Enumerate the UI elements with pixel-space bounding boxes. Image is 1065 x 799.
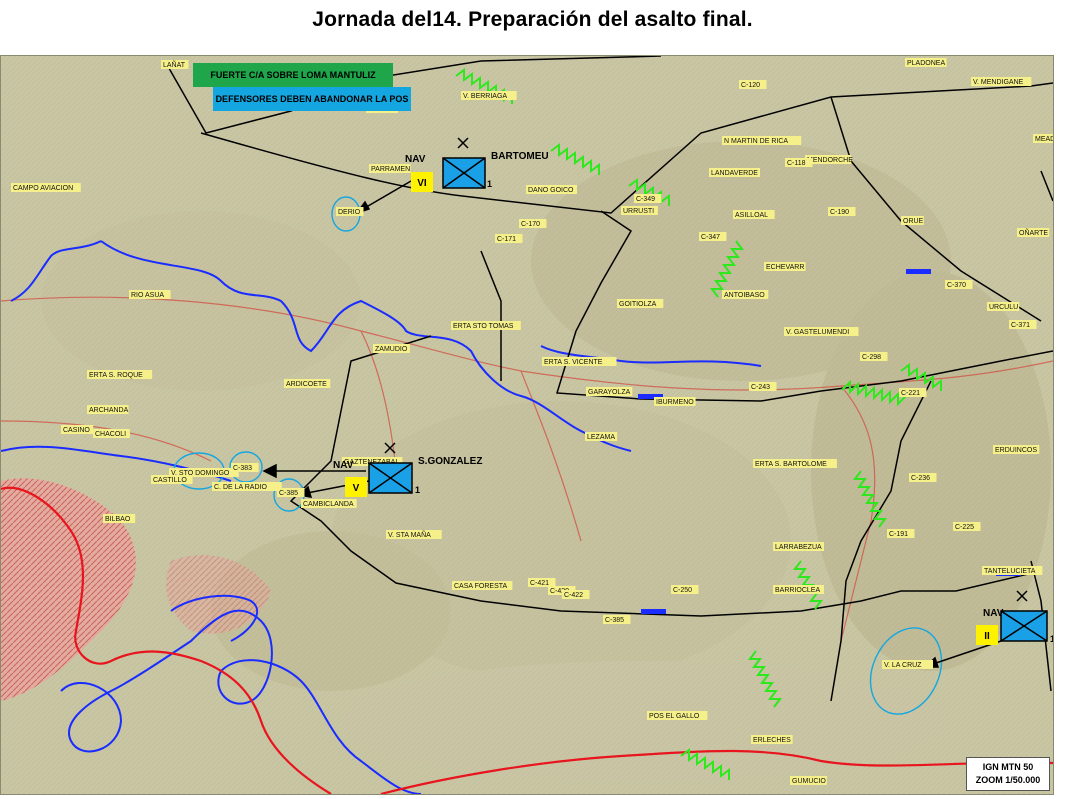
unit-number-label: 1 bbox=[1050, 634, 1053, 644]
place-label: GUMUCIO bbox=[792, 778, 826, 785]
place-label: C-422 bbox=[564, 592, 583, 599]
place-label: C-298 bbox=[862, 354, 881, 361]
place-label: C-225 bbox=[955, 524, 974, 531]
place-label: CAMBICLANDA bbox=[303, 501, 354, 508]
place-label: ASILLOAL bbox=[735, 212, 768, 219]
place-label: C-385 bbox=[279, 490, 298, 497]
place-label: V. MENDIGANE bbox=[973, 79, 1024, 86]
place-label: C-385 bbox=[605, 617, 624, 624]
unit-name-label: S.GONZALEZ bbox=[418, 456, 482, 467]
place-label: PLADONEA bbox=[907, 60, 945, 67]
place-label: C-190 bbox=[830, 209, 849, 216]
terrain-shading bbox=[1, 56, 1053, 794]
place-label: CASINO bbox=[63, 427, 90, 434]
place-label: CHACOLI bbox=[95, 431, 126, 438]
place-label: C-421 bbox=[530, 580, 549, 587]
place-label: MEADA bbox=[1035, 136, 1053, 143]
place-label: BILBAO bbox=[105, 516, 131, 523]
place-label: POS EL GALLO bbox=[649, 713, 700, 720]
unit-name-label: BARTOMEU bbox=[491, 151, 549, 162]
place-label: LARRABEZUA bbox=[775, 544, 822, 551]
place-label: PARRAMEN bbox=[371, 166, 410, 173]
place-label: C-371 bbox=[1011, 322, 1030, 329]
scale-line-2: ZOOM 1/50.000 bbox=[975, 775, 1041, 785]
map-canvas: LAÑATV. BERRIAGALINTZAPARRAMENDERIOCAMPO… bbox=[1, 56, 1053, 794]
place-label: C-370 bbox=[947, 282, 966, 289]
place-label: MENDORCHE bbox=[807, 157, 853, 164]
place-label: ERTA S. VICENTE bbox=[544, 359, 603, 366]
place-label: C-191 bbox=[889, 531, 908, 538]
place-label: ERTA S. BARTOLOME bbox=[755, 461, 827, 468]
place-label: ARCHANDA bbox=[89, 407, 129, 414]
place-label: IBURMENO bbox=[656, 399, 694, 406]
place-label: OÑARTE bbox=[1019, 228, 1048, 237]
place-label: V. BERRIAGA bbox=[463, 93, 507, 100]
place-label: V. GASTELUMENDI bbox=[786, 329, 849, 336]
place-label: C-236 bbox=[911, 475, 930, 482]
place-label: ARDICOETE bbox=[286, 381, 327, 388]
place-label: C. DE LA RADIO bbox=[214, 484, 267, 491]
scale-line-1: IGN MTN 50 bbox=[982, 762, 1034, 772]
place-label: ZAMUDIO bbox=[375, 346, 408, 353]
place-label: DERIO bbox=[338, 209, 361, 216]
legend-green-box: FUERTE C/A SOBRE LOMA MANTULIZ bbox=[193, 63, 393, 87]
place-label: LANDAVERDE bbox=[711, 170, 758, 177]
unit-id-label: V bbox=[353, 483, 360, 494]
place-label: V. STA MAÑA bbox=[388, 530, 431, 539]
unit-number-label: 1 bbox=[487, 179, 492, 189]
place-label: C-120 bbox=[741, 82, 760, 89]
place-label: ERDUINCOS bbox=[995, 447, 1037, 454]
place-label: CASTILLO bbox=[153, 477, 187, 484]
place-label: CASA FORESTA bbox=[454, 583, 507, 590]
place-label: ERTA S. ROQUE bbox=[89, 372, 143, 379]
place-label: C-349 bbox=[636, 196, 655, 203]
place-label: C-118 bbox=[787, 160, 806, 167]
unit-number-label: 1 bbox=[415, 485, 420, 495]
place-label: C-170 bbox=[521, 221, 540, 228]
place-label: LAÑAT bbox=[163, 60, 186, 69]
place-label: URCULU bbox=[989, 304, 1018, 311]
place-label: GOITIOLZA bbox=[619, 301, 657, 308]
unit-side-label: NAV bbox=[333, 460, 354, 471]
map-title: Jornada del14. Preparación del asalto fi… bbox=[312, 8, 753, 31]
place-label: CAMPO AVIACION bbox=[13, 185, 73, 192]
place-label: C-171 bbox=[497, 236, 516, 243]
place-label: GARAYOLZA bbox=[588, 389, 631, 396]
place-label: C-383 bbox=[233, 465, 252, 472]
unit-id-label: VI bbox=[417, 178, 427, 189]
unit-id-label: II bbox=[984, 631, 990, 642]
place-label: DANO GOICO bbox=[528, 187, 574, 194]
map-frame: LAÑATV. BERRIAGALINTZAPARRAMENDERIOCAMPO… bbox=[0, 55, 1054, 795]
unit-side-label: NAV bbox=[983, 608, 1004, 619]
place-label: LEZAMA bbox=[587, 434, 615, 441]
place-label: C-250 bbox=[673, 587, 692, 594]
place-label: C-347 bbox=[701, 234, 720, 241]
place-label: C-221 bbox=[901, 390, 920, 397]
place-label: BARRIOCLEA bbox=[775, 587, 820, 594]
place-label: ORUE bbox=[903, 218, 924, 225]
place-label: ERTA STO TOMAS bbox=[453, 323, 514, 330]
place-label: RIO ASUA bbox=[131, 292, 164, 299]
legend-blue-box: DEFENSORES DEBEN ABANDONAR LA POS bbox=[213, 87, 411, 111]
place-label: ERLECHES bbox=[753, 737, 791, 744]
place-label: URRUSTI bbox=[623, 208, 654, 215]
place-label: TANTELUCIETA bbox=[984, 568, 1036, 575]
scale-box: IGN MTN 50 ZOOM 1/50.000 bbox=[966, 757, 1050, 791]
place-label: V. LA CRUZ bbox=[884, 662, 922, 669]
place-label: N MARTIN DE RICA bbox=[724, 138, 788, 145]
place-label: C-243 bbox=[751, 384, 770, 391]
place-label: ANTOIBASO bbox=[724, 292, 765, 299]
unit-side-label: NAV bbox=[405, 154, 426, 165]
place-label: ECHEVARR bbox=[766, 264, 804, 271]
